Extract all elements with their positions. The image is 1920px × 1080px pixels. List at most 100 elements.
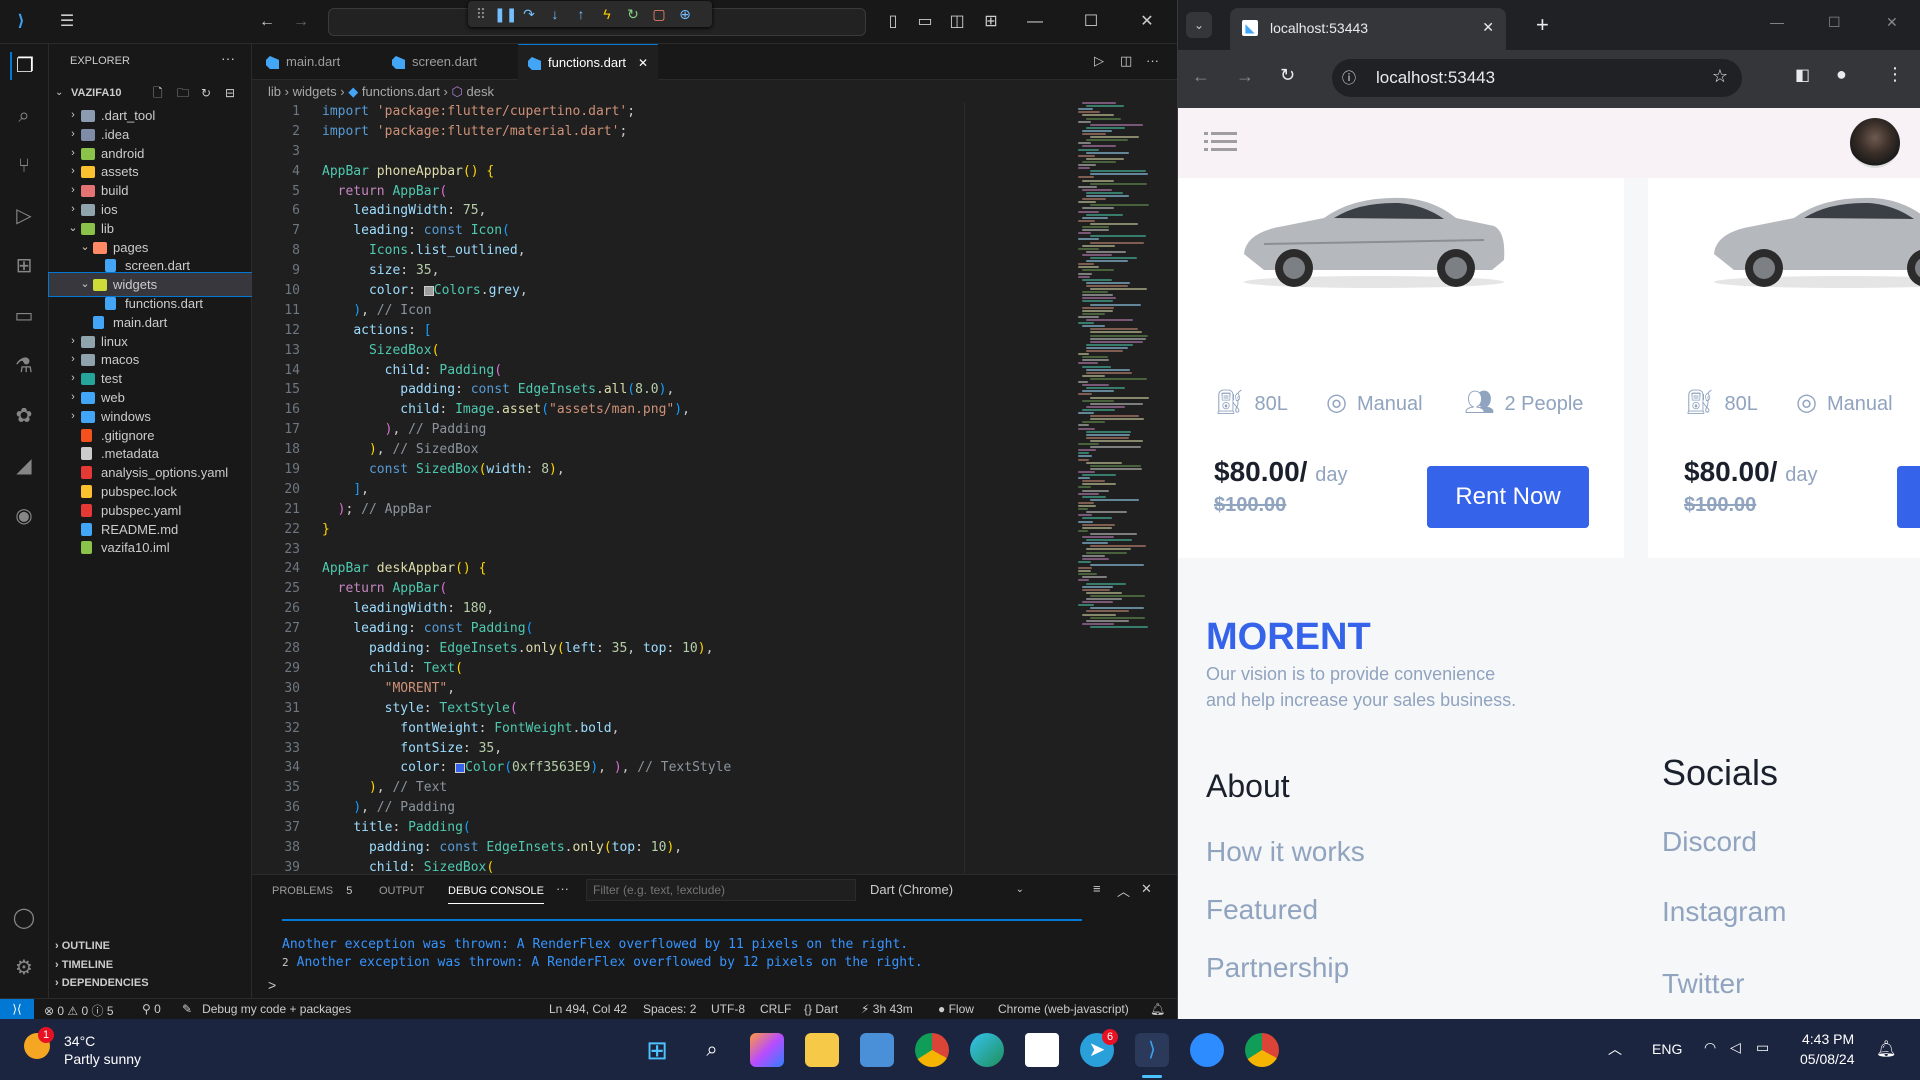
new-folder-icon[interactable]: 🗀 [177, 82, 189, 104]
section-dependencies[interactable]: › DEPENDENCIES [55, 977, 149, 989]
close-panel-icon[interactable]: ✕ [1141, 881, 1152, 897]
cursor-position[interactable]: Ln 494, Col 42 [549, 1002, 627, 1016]
bookmark-star-icon[interactable]: ☆ [1712, 66, 1728, 87]
footer-link[interactable]: Featured [1206, 894, 1318, 926]
step-over-icon[interactable]: ↷ [520, 5, 538, 23]
profile-icon[interactable]: ● [1836, 64, 1847, 85]
customize-layout-icon[interactable]: ⊞ [980, 11, 1002, 33]
minimize-icon[interactable]: — [1024, 11, 1046, 33]
menu-icon[interactable]: ☰ [56, 11, 78, 33]
tab-main-dart[interactable]: main.dart [256, 44, 380, 80]
maximize-panel-icon[interactable]: ︿ [1117, 881, 1130, 900]
close-icon[interactable]: ✕ [1886, 14, 1898, 31]
collapse-all-icon[interactable]: ⊟ [225, 82, 235, 104]
forward-icon[interactable]: → [1236, 66, 1254, 87]
microsoft-store-icon[interactable] [1025, 1033, 1059, 1067]
refresh-icon[interactable]: ↻ [201, 82, 211, 104]
rent-now-button-partial[interactable] [1897, 466, 1920, 528]
close-tab-icon[interactable]: ✕ [638, 45, 648, 81]
section-timeline[interactable]: › TIMELINE [55, 959, 113, 971]
chrome-icon[interactable] [915, 1033, 949, 1067]
more-actions-icon[interactable]: ··· [221, 50, 235, 66]
testing-icon[interactable]: ⚗ [10, 352, 38, 380]
source-control-icon[interactable]: ⑂ [10, 152, 38, 180]
inspect-icon[interactable]: ⊕ [676, 5, 694, 23]
run-icon[interactable]: ▷ [1094, 53, 1104, 69]
breadcrumb-lib[interactable]: lib [268, 84, 281, 99]
avatar[interactable] [1850, 118, 1900, 168]
remote-explorer-icon[interactable]: ▭ [10, 302, 38, 330]
maximize-icon[interactable]: ☐ [1080, 11, 1102, 33]
forward-arrow-icon[interactable]: → [290, 11, 312, 33]
tab-output[interactable]: OUTPUT [379, 885, 424, 897]
weather-widget[interactable]: 1 34°C Partly sunny [20, 1027, 200, 1073]
search-icon[interactable]: ⌕ [10, 102, 38, 130]
copilot-icon[interactable] [750, 1033, 784, 1067]
settings-gear-icon[interactable]: ⚙ [10, 954, 38, 982]
debug-filter-input[interactable] [586, 879, 856, 901]
vscode-taskbar-icon[interactable]: ⟩ [1135, 1033, 1169, 1067]
project-root[interactable]: ⌄ VAZIFA10 🗋 🗀 ↻ ⊟ [49, 82, 252, 104]
address-bar[interactable]: ⓘ localhost:53443 ☆ [1332, 59, 1742, 97]
step-into-icon[interactable]: ↓ [546, 5, 564, 23]
back-arrow-icon[interactable]: ← [256, 11, 278, 33]
notification-bell-icon[interactable]: 🔔︎ [1876, 1039, 1896, 1059]
edge-icon[interactable] [970, 1033, 1004, 1067]
clock-time[interactable]: 4:43 PM [1802, 1031, 1854, 1047]
toggle-panel-icon[interactable]: ▭ [914, 11, 936, 33]
pause-icon[interactable]: ❚❚ [494, 5, 517, 23]
close-tab-icon[interactable]: ✕ [1482, 19, 1494, 36]
start-windows-icon[interactable]: ⊞ [640, 1033, 674, 1067]
minimap[interactable] [1070, 102, 1170, 642]
flutter-icon[interactable]: ◢ [10, 452, 38, 480]
browser-tab[interactable]: ◣ localhost:53443 ✕ [1230, 8, 1506, 50]
console-prompt[interactable]: > [268, 977, 276, 993]
line-ending[interactable]: CRLF [760, 1002, 791, 1016]
split-editor-icon[interactable]: ◫ [1120, 53, 1132, 69]
wrap-icon[interactable]: ≡ [1093, 881, 1101, 896]
back-icon[interactable]: ← [1192, 66, 1210, 87]
breadcrumb-file[interactable]: functions.dart [362, 84, 440, 99]
session-time[interactable]: ⚡ 3h 43m [861, 1002, 913, 1016]
language-mode[interactable]: {} Dart [804, 1002, 838, 1016]
side-panel-icon[interactable]: ◧ [1795, 65, 1810, 85]
toggle-sidebar-icon[interactable]: ▯ [882, 11, 904, 33]
ports-status[interactable]: ⚲ 0 [142, 1002, 161, 1016]
breadcrumb-symbol[interactable]: desk [466, 84, 493, 99]
search-icon[interactable]: ⌕ [695, 1033, 729, 1067]
device-status[interactable]: Chrome (web-javascript) [998, 1002, 1129, 1016]
extensions-icon[interactable]: ⊞ [10, 252, 38, 280]
maximize-icon[interactable]: ☐ [1828, 14, 1841, 31]
remote-indicator-icon[interactable]: ⟩⟨ [0, 999, 34, 1020]
run-debug-icon[interactable]: ▷ [10, 202, 38, 230]
section-outline[interactable]: › OUTLINE [55, 940, 110, 952]
stop-icon[interactable]: ▢ [650, 5, 668, 23]
panel-more-icon[interactable]: ··· [556, 881, 569, 896]
editor-more-icon[interactable]: ··· [1146, 53, 1159, 68]
account-icon[interactable]: ◯ [10, 904, 38, 932]
new-file-icon[interactable]: 🗋 [153, 82, 163, 104]
wifi-icon[interactable]: ◠ [1704, 1039, 1716, 1056]
list-outlined-icon[interactable] [1204, 130, 1237, 154]
tab-functions-dart[interactable]: functions.dart ✕ [518, 44, 658, 80]
hot-restart-icon[interactable]: ↻ [624, 5, 642, 23]
debug-mode-status[interactable]: ✎ Debug my code + packages [182, 1002, 351, 1016]
flow-status[interactable]: ● Flow [938, 1002, 974, 1016]
toggle-secondary-sidebar-icon[interactable]: ◫ [946, 11, 968, 33]
zoom-icon[interactable] [1190, 1033, 1224, 1067]
flutter-devtools-icon[interactable]: ✿ [10, 402, 38, 430]
footer-link[interactable]: Partnership [1206, 952, 1349, 984]
close-icon[interactable]: ✕ [1136, 11, 1158, 33]
breadcrumb-widgets[interactable]: widgets [293, 84, 337, 99]
battery-icon[interactable]: ▭ [1756, 1039, 1769, 1056]
tab-screen-dart[interactable]: screen.dart [382, 44, 516, 80]
session-select[interactable]: Dart (Chrome) ⌄ [862, 879, 1032, 901]
indentation[interactable]: Spaces: 2 [643, 1002, 696, 1016]
control-panel-icon[interactable] [860, 1033, 894, 1067]
explorer-icon[interactable]: ❐ [10, 52, 38, 80]
hot-reload-icon[interactable]: ϟ [598, 5, 616, 23]
footer-link[interactable]: Discord [1662, 826, 1757, 858]
github-icon[interactable]: ◉ [10, 502, 38, 530]
language-indicator[interactable]: ENG [1652, 1041, 1682, 1057]
step-out-icon[interactable]: ↑ [572, 5, 590, 23]
